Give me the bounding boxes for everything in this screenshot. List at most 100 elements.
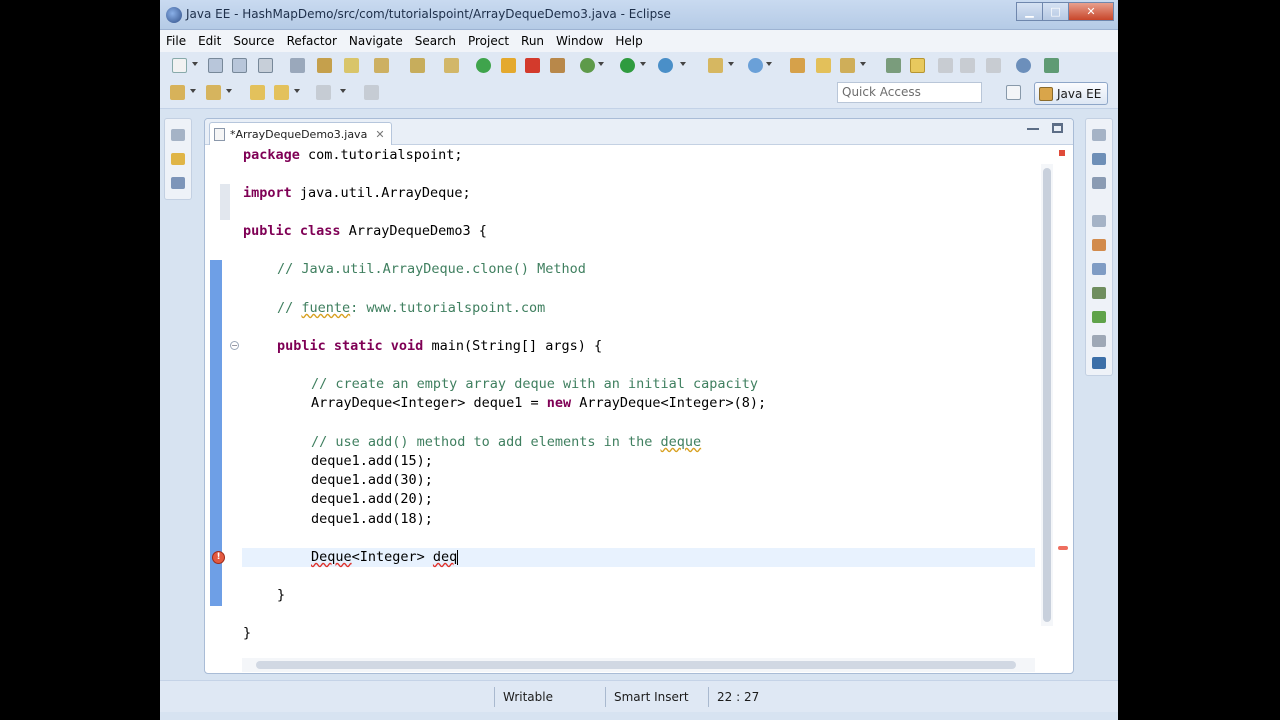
save-all-icon[interactable] [232,58,247,73]
paragraph-icon[interactable] [986,58,1001,73]
properties-icon[interactable] [1092,263,1106,275]
quick-diff-marker [220,184,230,220]
debug-icon[interactable] [580,58,595,73]
code-line: public static void main(String[] args) { [277,338,603,354]
next-annotation-dropdown-icon[interactable] [190,89,196,93]
menu-navigate[interactable]: Navigate [343,34,409,48]
snippets-icon[interactable] [1092,335,1106,347]
run-dropdown-icon[interactable] [640,62,646,66]
code-line: // fuente: www.tutorialspoint.com [277,300,546,316]
resume-icon[interactable] [476,58,491,73]
task-dropdown-icon[interactable] [860,62,866,66]
package-explorer-icon[interactable] [171,153,185,165]
coverage-dropdown-icon[interactable] [680,62,686,66]
mark-occurrences-icon[interactable] [317,58,332,73]
menu-source[interactable]: Source [227,34,280,48]
maximize-button[interactable]: □ [1042,2,1069,21]
horizontal-scrollbar[interactable] [242,658,1035,672]
servers-icon[interactable] [1092,287,1106,299]
pin-editor-icon[interactable] [364,85,379,100]
perspective-button[interactable]: Java EE [1034,82,1108,105]
show-whitespace-icon[interactable] [938,58,953,73]
pin-icon[interactable] [886,58,901,73]
terminate-icon[interactable] [525,58,540,73]
sync-icon[interactable] [1044,58,1059,73]
task-icon[interactable] [444,58,459,73]
external-tools-dropdown-icon[interactable] [728,62,734,66]
previous-annotation-dropdown-icon[interactable] [226,89,232,93]
code-line: deque1.add(20); [311,491,433,507]
suspend-icon[interactable] [501,58,516,73]
code-line: // create an empty array deque with an i… [311,376,759,392]
error-icon[interactable]: ! [212,551,225,564]
open-perspective-icon[interactable] [1006,85,1021,100]
print-icon[interactable] [258,58,273,73]
vertical-scroll-thumb[interactable] [1043,168,1051,622]
editor-minimize-icon[interactable] [1027,122,1039,130]
eclipse-icon [166,7,182,23]
right-trim-stack [1085,118,1113,376]
back-dropdown-icon[interactable] [294,89,300,93]
menu-help[interactable]: Help [609,34,648,48]
code-line: // Java.util.ArrayDeque.clone() Method [277,261,586,277]
java-ee-perspective-icon [1039,86,1053,101]
task-list-icon[interactable] [1092,177,1106,189]
quick-access-input[interactable]: Quick Access [837,82,982,103]
code-area[interactable]: − ! package com.tutorialspoint; import j… [205,146,1073,659]
run-icon[interactable] [620,58,635,73]
restore-bottom-icon[interactable] [1092,215,1106,227]
server-dropdown-icon[interactable] [766,62,772,66]
error-summary-icon[interactable] [1059,150,1065,156]
restore-icon[interactable] [171,129,185,141]
search-icon[interactable] [374,58,389,73]
fold-icon[interactable]: − [230,341,239,350]
editor-maximize-icon[interactable] [1052,123,1063,133]
open-folder-icon[interactable] [816,58,831,73]
type-hierarchy-icon[interactable] [171,177,185,189]
code-line: deque1.add(15); [311,453,433,469]
back-icon[interactable] [274,85,289,100]
open-task-icon[interactable] [840,58,855,73]
coverage-icon[interactable] [658,58,673,73]
new-icon[interactable] [172,58,187,73]
highlight-icon[interactable] [910,58,925,73]
previous-annotation-icon[interactable] [206,85,221,100]
menu-window[interactable]: Window [550,34,609,48]
external-tools-icon[interactable] [708,58,723,73]
new-dropdown-icon[interactable] [192,62,198,66]
menu-file[interactable]: File [160,34,192,48]
refactor-icon[interactable] [410,58,425,73]
menu-search[interactable]: Search [409,34,462,48]
next-annotation-icon[interactable] [170,85,185,100]
toggle-icon[interactable] [290,58,305,73]
debug-dropdown-icon[interactable] [598,62,604,66]
menu-project[interactable]: Project [462,34,515,48]
menu-edit[interactable]: Edit [192,34,227,48]
markers-icon[interactable] [1092,239,1106,251]
menu-run[interactable]: Run [515,34,550,48]
save-icon[interactable] [208,58,223,73]
data-source-icon[interactable] [1092,311,1106,323]
block-selection-icon[interactable] [960,58,975,73]
disconnect-icon[interactable] [550,58,565,73]
close-button[interactable]: ✕ [1068,2,1114,21]
editor-tab[interactable]: *ArrayDequeDemo3.java ✕ [209,122,392,145]
server-icon[interactable] [748,58,763,73]
forward-icon[interactable] [316,85,331,100]
restore-right-icon[interactable] [1092,129,1106,141]
build-icon[interactable] [344,58,359,73]
outline-icon[interactable] [1092,153,1106,165]
open-type-icon[interactable] [790,58,805,73]
minimize-button[interactable]: ▁ [1016,2,1043,21]
tab-close-icon[interactable]: ✕ [375,128,384,141]
error-overview-marker[interactable] [1058,546,1068,550]
horizontal-scroll-thumb[interactable] [256,661,1016,669]
globe-icon[interactable] [1016,58,1031,73]
vertical-scrollbar[interactable] [1041,164,1053,626]
menu-refactor[interactable]: Refactor [281,34,343,48]
status-writable: Writable [494,687,604,707]
console-icon[interactable] [1092,357,1106,369]
eclipse-window: Java EE - HashMapDemo/src/com/tutorialsp… [160,0,1118,720]
forward-dropdown-icon[interactable] [340,89,346,93]
last-edit-icon[interactable] [250,85,265,100]
